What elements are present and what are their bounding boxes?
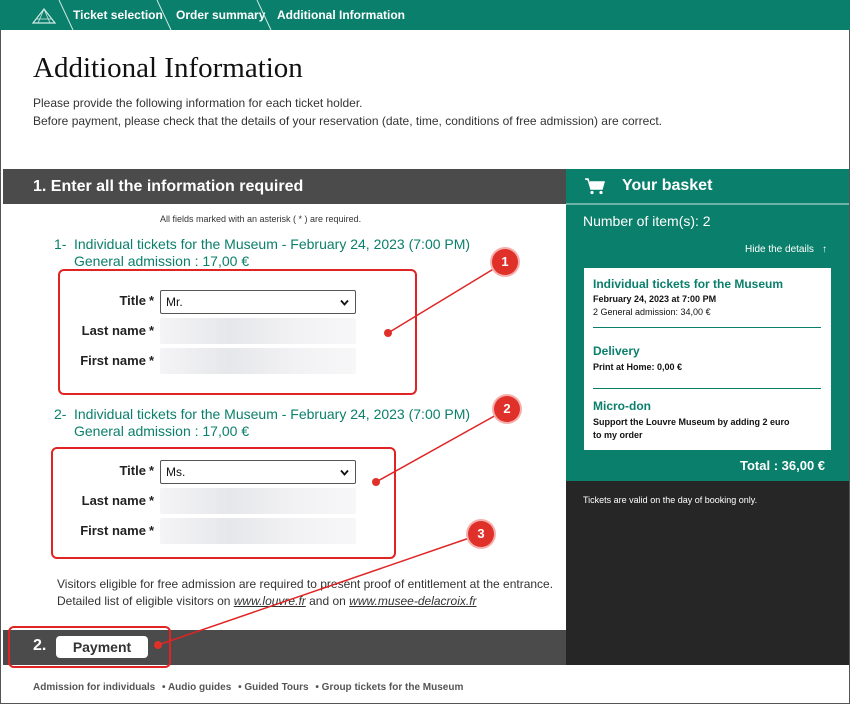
annotation-box-3 [8,626,171,668]
ticket-1-number: 1- [54,236,67,252]
annotation-dot-2 [372,478,380,486]
ticket-validity-note: Tickets are valid on the day of booking … [583,495,758,505]
ticket-1-admission: General admission : 17,00 € [74,253,250,269]
breadcrumb-separator-icon [156,0,172,30]
louvre-pyramid-logo-icon[interactable] [32,7,56,25]
shopping-cart-icon [585,178,605,195]
breadcrumb-additional-information[interactable]: Additional Information [277,0,405,30]
footer-link-group-tickets[interactable]: • Group tickets for the Museum [315,682,463,693]
ticket-1-header: 1- Individual tickets for the Museum - Fe… [54,236,470,270]
basket-delivery-title: Delivery [593,344,640,358]
footer-link-admission[interactable]: Admission for individuals [33,682,155,693]
annotation-badge-2: 2 [494,396,520,422]
page-title: Additional Information [33,52,303,84]
louvre-link[interactable]: www.louvre.fr [234,594,306,608]
section1-header: 1. Enter all the information required [3,169,566,204]
annotation-badge-3: 3 [468,521,494,547]
basket-details-card: Individual tickets for the Museum Februa… [584,268,831,450]
divider [593,388,821,389]
arrow-up-icon: ↑ [821,244,827,255]
breadcrumb-separator-icon [256,0,272,30]
annotation-box-1 [58,269,417,395]
ticket-2-title: Individual tickets for the Museum - Febr… [74,406,471,422]
intro-text-line1: Please provide the following information… [33,96,363,110]
annotation-badge-1: 1 [492,249,518,275]
annotation-dot-1 [384,329,392,337]
free-admission-note: Visitors eligible for free admission are… [57,576,553,610]
basket-item-date: February 24, 2023 at 7:00 PM [593,294,717,304]
free-admission-line1: Visitors eligible for free admission are… [57,577,554,591]
basket-info-panel [566,481,849,665]
footer-link-audio-guides[interactable]: • Audio guides [162,682,231,693]
basket-total: Total : 36,00 € [740,458,826,473]
basket-item-title: Individual tickets for the Museum [593,277,784,291]
intro-text-line2: Before payment, please check that the de… [33,114,662,128]
delacroix-link[interactable]: www.musee-delacroix.fr [349,594,476,608]
free-admission-line2: Detailed list of eligible visitors on ww… [57,594,477,608]
annotation-box-2 [51,447,396,559]
annotation-dot-3 [154,641,162,649]
footer-links: Admission for individuals • Audio guides… [33,682,467,693]
basket-item-detail: 2 General admission: 34,00 € [593,307,711,317]
basket-microdon-detail-1: Support the Louvre Museum by adding 2 eu… [593,417,790,427]
breadcrumb-ticket-selection[interactable]: Ticket selection [73,0,163,30]
top-nav: Ticket selection Order summary Additiona… [0,0,850,30]
ticket-2-number: 2- [54,406,67,422]
basket-microdon-detail-2: to my order [593,430,643,440]
ticket-2-header: 2- Individual tickets for the Museum - Fe… [54,406,470,440]
breadcrumb-order-summary[interactable]: Order summary [176,0,265,30]
hide-details-link[interactable]: Hide the details ↑ [745,244,827,255]
required-fields-note: All fields marked with an asterisk ( * )… [160,214,362,224]
ticket-1-title: Individual tickets for the Museum - Febr… [74,236,471,252]
basket-title: Your basket [622,177,713,194]
basket-delivery-detail: Print at Home: 0,00 € [593,362,683,372]
breadcrumb-separator-icon [58,0,74,30]
basket-items-count: Number of item(s): 2 [583,213,711,229]
divider [593,327,821,328]
basket-microdon-title: Micro-don [593,399,651,413]
footer-link-guided-tours[interactable]: • Guided Tours [238,682,309,693]
ticket-2-admission: General admission : 17,00 € [74,423,250,439]
